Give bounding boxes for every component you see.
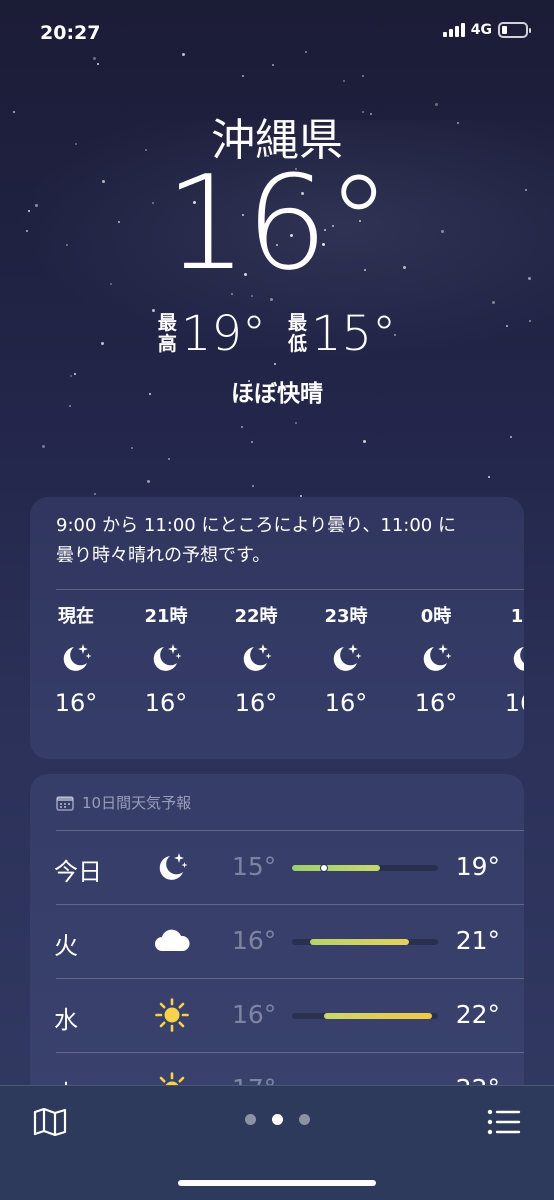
hour-icon-wrap [131, 635, 201, 685]
status-right: 4G [442, 22, 531, 38]
calendar-icon [56, 795, 74, 811]
page-dot[interactable] [244, 1114, 256, 1125]
current-temperature: 16° [164, 147, 391, 299]
hourly-summary: 9:00 から 11:00 にところにより曇り、11:00 に 曇り時々晴れの予… [56, 511, 506, 571]
low-label-1: 最 [288, 312, 308, 334]
list-icon [487, 1109, 521, 1135]
temperature-range-bar [292, 864, 438, 872]
temperature-range-bar [292, 939, 438, 945]
moon-stars-icon [419, 641, 453, 679]
summary-line-1: 9:00 から 11:00 にところにより曇り、11:00 に [56, 515, 456, 536]
high-label: 最 高 [158, 313, 177, 355]
daily-row[interactable]: 水 16° 22° [30, 978, 524, 1052]
hourly-item: 0時 16° [401, 599, 471, 721]
hour-temp: 16° [504, 689, 524, 717]
hour-icon-wrap [221, 635, 291, 685]
weather-screen: 20:27 4G 沖縄県 16° 最 高 19° 最 低 15° ほぼ快晴 9:… [0, 0, 554, 1200]
day-high: 21° [455, 926, 500, 955]
network-type: 4G [470, 22, 492, 38]
ten-day-header: 10日間天気予報 [56, 792, 191, 813]
day-low: 16° [232, 1000, 277, 1029]
hourly-item: 23時 16° [311, 599, 381, 721]
low-group: 最 低 15° [288, 306, 396, 362]
temperature-range-fill [324, 1013, 433, 1019]
temperature-range-bar [292, 1013, 438, 1019]
day-high: 19° [455, 852, 500, 881]
high-label-2: 高 [157, 333, 177, 355]
daily-row[interactable]: 火 16° 21° [30, 904, 524, 978]
hour-label: 1時 [510, 606, 524, 627]
hour-icon-wrap [401, 635, 471, 685]
hour-temp: 16° [144, 689, 188, 717]
page-indicator[interactable] [0, 1114, 554, 1125]
ten-day-forecast-card[interactable]: 10日間天気予報 今日15°19°火16°21°水16°22°木17°22° [30, 774, 524, 1104]
hour-label: 21時 [144, 606, 188, 627]
hour-temp: 16° [414, 689, 458, 717]
high-low: 最 高 19° 最 低 15° [0, 306, 554, 362]
hour-temp: 16° [54, 689, 98, 717]
high-label-1: 最 [157, 312, 177, 334]
day-label: 水 [54, 1006, 78, 1034]
sun-icon [150, 993, 194, 1037]
signal-icon [442, 23, 465, 37]
hourly-item: 現在 16° [41, 599, 111, 721]
page-dot[interactable] [298, 1114, 310, 1125]
day-label: 今日 [54, 858, 102, 886]
hour-icon-wrap [41, 635, 111, 685]
hour-icon-wrap [311, 635, 381, 685]
low-temperature: 15° [311, 306, 397, 362]
battery-icon [498, 22, 531, 38]
hour-label: 現在 [58, 606, 94, 627]
ten-day-title: 10日間天気予報 [82, 794, 192, 812]
hour-label: 23時 [324, 606, 368, 627]
hourly-item: 1時 16° [491, 599, 524, 721]
status-bar: 20:27 4G [0, 0, 554, 70]
location-list-button[interactable] [484, 1102, 524, 1142]
moon-stars-icon [509, 641, 524, 679]
moon-stars-icon [239, 641, 273, 679]
hour-label: 0時 [420, 606, 452, 627]
moon-stars-icon [150, 845, 194, 889]
summary-line-2: 曇り時々晴れの予想です。 [56, 545, 271, 566]
hourly-item: 22時 16° [221, 599, 291, 721]
low-label-2: 低 [288, 333, 308, 355]
low-label: 最 低 [288, 313, 307, 355]
hourly-item: 21時 16° [131, 599, 201, 721]
cloud-icon [150, 919, 194, 963]
hour-temp: 16° [324, 689, 368, 717]
status-time: 20:27 [40, 22, 101, 44]
home-indicator[interactable] [178, 1180, 376, 1186]
day-label: 火 [54, 932, 78, 960]
day-high: 22° [455, 1000, 500, 1029]
temperature-range-fill [309, 939, 409, 945]
hourly-divider [56, 589, 524, 590]
hourly-forecast-card[interactable]: 9:00 から 11:00 にところにより曇り、11:00 に 曇り時々晴れの予… [30, 497, 524, 759]
daily-row[interactable]: 今日 15° 19° [30, 830, 524, 904]
page-dot[interactable] [271, 1114, 283, 1125]
day-low: 15° [232, 852, 277, 881]
hour-label: 22時 [234, 606, 278, 627]
moon-stars-icon [149, 641, 183, 679]
day-low: 16° [232, 926, 277, 955]
hourly-list[interactable]: 現在 16° 21時 16° 22時 16° 23時 16° 0時 16° 1時 16° [30, 599, 524, 749]
hour-icon-wrap [491, 635, 524, 685]
temperature-range-fill [292, 865, 380, 871]
moon-stars-icon [329, 641, 363, 679]
current-condition: ほぼ快晴 [231, 381, 323, 407]
high-temperature: 19° [180, 306, 266, 362]
hour-temp: 16° [234, 689, 278, 717]
high-group: 最 高 19° [158, 306, 266, 362]
moon-stars-icon [59, 641, 93, 679]
